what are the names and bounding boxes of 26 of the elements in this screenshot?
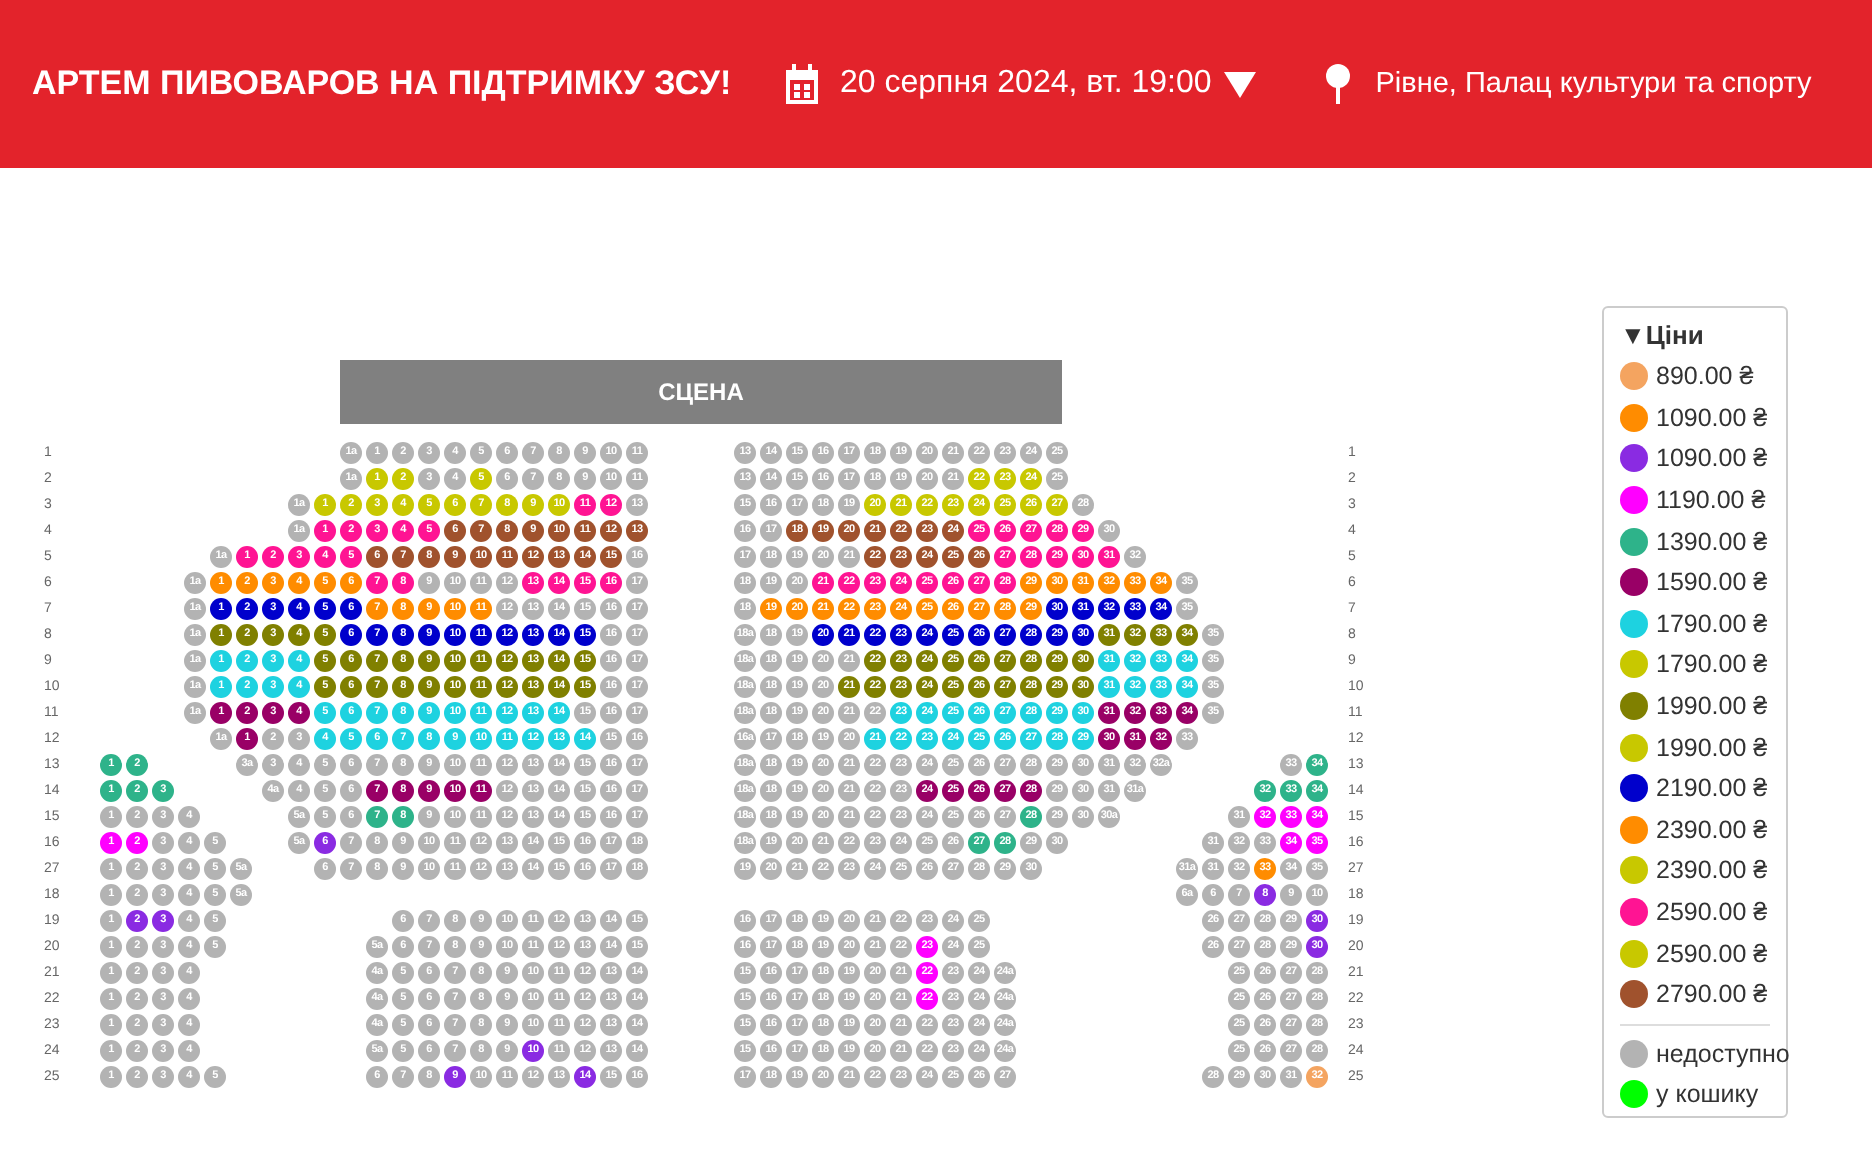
price-label: 890.00 ₴ [1656, 362, 1754, 391]
price-label: 2790.00 ₴ [1656, 980, 1768, 1009]
price-label: 1090.00 ₴ [1656, 403, 1768, 432]
price-label: 1990.00 ₴ [1656, 733, 1768, 762]
event-venue: Рівне, Палац культури та спорту [1375, 68, 1812, 100]
stage: СЦЕНА [340, 360, 1062, 424]
price-label: 2190.00 ₴ [1656, 774, 1768, 803]
price-label: 1990.00 ₴ [1656, 692, 1768, 721]
price-label: 1790.00 ₴ [1656, 650, 1768, 679]
location-pin-icon [1323, 64, 1352, 104]
price-label: 1190.00 ₴ [1656, 486, 1766, 515]
caret-icon[interactable] [1223, 71, 1256, 97]
price-label: 1590.00 ₴ [1656, 568, 1768, 597]
price-label: 2390.00 ₴ [1656, 815, 1768, 844]
price-label: 2390.00 ₴ [1656, 856, 1768, 885]
price-label: 1090.00 ₴ [1656, 444, 1768, 473]
price-label: 1390.00 ₴ [1656, 527, 1768, 556]
price-label: 2590.00 ₴ [1656, 898, 1768, 927]
event-title: АРТЕМ ПИВОВАРОВ НА ПІДТРИМКУ ЗСУ! [32, 64, 734, 104]
calendar-icon [784, 64, 820, 104]
legend-title[interactable]: ▼Ціни [1620, 320, 1704, 350]
price-label: 2590.00 ₴ [1656, 939, 1768, 968]
event-date[interactable]: 20 серпня 2024, вт. 19:00 [840, 66, 1212, 102]
price-label: 1790.00 ₴ [1656, 609, 1768, 638]
status-label: у кошику [1656, 1080, 1759, 1109]
status-label: недоступно [1656, 1039, 1790, 1068]
